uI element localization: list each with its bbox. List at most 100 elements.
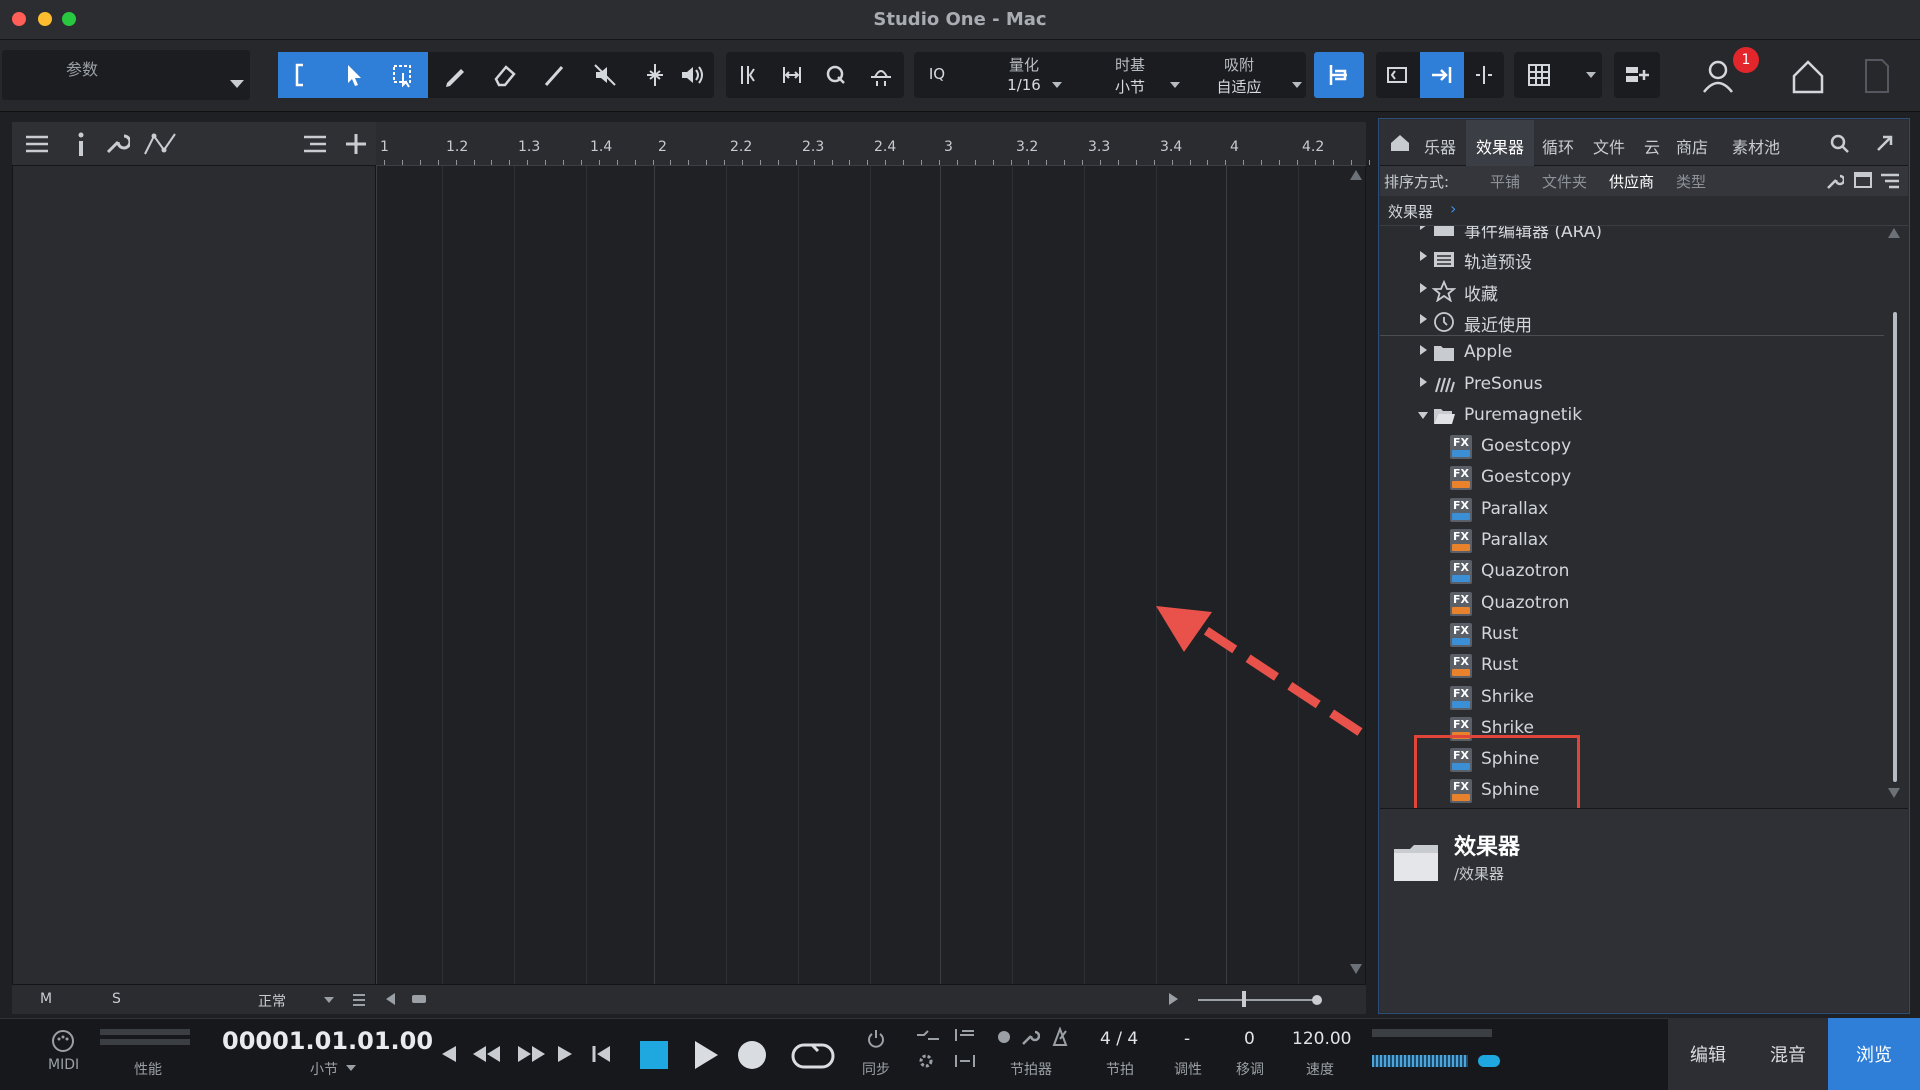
tree-folder-item[interactable]: 收藏	[1380, 275, 1884, 306]
metronome-wrench-icon[interactable]	[1020, 1027, 1040, 1047]
tab-pool[interactable]: 素材池	[1732, 134, 1780, 158]
collapsed-arrow-icon[interactable]	[1420, 345, 1427, 356]
tree-folder-item[interactable]: 事件编辑器 (ARA)	[1380, 226, 1884, 243]
browser-scroll-thumb[interactable]	[1893, 312, 1897, 782]
eraser-tool-button[interactable]	[480, 52, 530, 98]
timestretch-button[interactable]	[770, 52, 814, 98]
scroll-down-icon[interactable]	[1888, 788, 1900, 798]
autopunch-icon[interactable]	[954, 1053, 976, 1069]
zoom-slider[interactable]	[1198, 999, 1320, 1001]
start-page-button[interactable]	[1786, 54, 1830, 98]
timebase-value[interactable]: 小节	[1100, 76, 1160, 97]
quantize-value[interactable]: 1/16	[994, 76, 1054, 94]
tab-loops[interactable]: 循环	[1542, 134, 1574, 158]
metronome-icon[interactable]	[1050, 1027, 1070, 1047]
tab-shop[interactable]: 商店	[1676, 134, 1708, 158]
song-page-button[interactable]	[1862, 58, 1892, 94]
automation-icon[interactable]	[142, 130, 178, 158]
tab-effects[interactable]: 效果器	[1466, 120, 1535, 166]
draw-tool-button[interactable]	[530, 52, 580, 98]
settings-icon[interactable]	[918, 1053, 934, 1069]
mute-tool-button[interactable]	[580, 52, 630, 98]
quantize-button[interactable]	[814, 52, 858, 98]
stop-button[interactable]	[640, 1041, 668, 1069]
collapsed-arrow-icon[interactable]	[1420, 251, 1427, 262]
sort-flat[interactable]: 平铺	[1490, 171, 1520, 192]
plugin-item[interactable]: FX Quazotron	[1380, 556, 1884, 587]
return-to-zero-icon[interactable]	[592, 1045, 612, 1063]
sort-type[interactable]: 类型	[1676, 171, 1706, 192]
tab-instruments[interactable]: 乐器	[1424, 134, 1456, 158]
grid-layout-button[interactable]	[1514, 52, 1564, 98]
loop-icon[interactable]	[790, 1041, 836, 1071]
listen-tool-button[interactable]	[670, 52, 714, 98]
plugin-item[interactable]: FX Shrike	[1380, 682, 1884, 713]
timeline-ruler[interactable]: 1 1.2 1.3 1.4 2 2.2 2.3 2.4 3 3.2 3.3 3.4 4 4.2	[376, 122, 1370, 166]
forward-icon[interactable]	[556, 1045, 574, 1063]
groove-button[interactable]	[858, 52, 904, 98]
tree-folder-item[interactable]: Apple	[1380, 337, 1884, 368]
output-toggle[interactable]	[1478, 1055, 1500, 1067]
plugin-item[interactable]: FX Rust	[1380, 650, 1884, 681]
tab-files[interactable]: 文件	[1593, 134, 1625, 158]
collapsed-arrow-icon[interactable]	[1420, 313, 1427, 324]
zoom-slider-handle[interactable]	[1242, 991, 1246, 1007]
plugin-item[interactable]: FX Quazotron	[1380, 588, 1884, 619]
breadcrumb-effects[interactable]: 效果器	[1388, 201, 1433, 222]
collapsed-arrow-icon[interactable]	[1420, 376, 1427, 387]
plugin-item[interactable]: FX Parallax	[1380, 525, 1884, 556]
collapsed-arrow-icon[interactable]	[1420, 282, 1427, 293]
scroll-up-icon[interactable]	[1888, 228, 1900, 238]
mode-edit-button[interactable]: 编辑	[1668, 1018, 1748, 1090]
mode-browse-button[interactable]: 浏览	[1828, 1018, 1920, 1090]
sort-vendor[interactable]: 供应商	[1609, 171, 1654, 192]
punch-icon[interactable]	[954, 1027, 976, 1043]
select-tool-button[interactable]	[378, 52, 428, 98]
scroll-down-icon[interactable]	[1350, 964, 1362, 974]
arrow-tool-button[interactable]	[328, 52, 378, 98]
position-unit[interactable]: 小节	[310, 1059, 338, 1079]
params-dropdown[interactable]: 参数	[2, 50, 250, 100]
info-icon[interactable]	[74, 130, 88, 158]
paint-tool-button[interactable]	[430, 52, 480, 98]
scroll-left-icon[interactable]	[386, 993, 396, 1005]
plugin-item[interactable]: FX Parallax	[1380, 494, 1884, 525]
precount-icon[interactable]	[916, 1029, 940, 1043]
browser-toggle-button[interactable]	[1420, 52, 1464, 98]
add-panel-button[interactable]	[1614, 52, 1660, 98]
tree-folder-item[interactable]: 最近使用	[1380, 306, 1884, 337]
wrench-icon[interactable]	[1826, 172, 1844, 190]
power-icon[interactable]	[866, 1029, 886, 1049]
metronome-dot-icon[interactable]	[996, 1029, 1012, 1045]
arrange-view[interactable]	[376, 122, 1366, 1014]
plugin-item[interactable]: FX Rust	[1380, 619, 1884, 650]
position-display[interactable]: 00001.01.01.00	[222, 1027, 433, 1055]
expand-icon[interactable]	[1876, 134, 1894, 152]
list-icon[interactable]	[352, 993, 366, 1007]
time-signature[interactable]: 4 / 4	[1100, 1029, 1138, 1049]
track-list-icon[interactable]	[302, 134, 328, 156]
key-value[interactable]: -	[1184, 1029, 1190, 1049]
hamburger-icon[interactable]	[24, 134, 50, 154]
tab-cloud[interactable]: 云	[1644, 134, 1660, 158]
track-mode-select[interactable]: 正常	[258, 991, 286, 1011]
play-icon[interactable]	[692, 1039, 720, 1071]
sort-folder[interactable]: 文件夹	[1542, 171, 1587, 192]
scroll-right-icon[interactable]	[1169, 993, 1179, 1005]
range-tool-button[interactable]	[278, 52, 328, 98]
horizontal-scroll-thumb[interactable]	[412, 995, 426, 1003]
snap-toggle-button[interactable]	[1314, 52, 1364, 98]
tree-folder-item[interactable]: Puremagnetik	[1380, 400, 1884, 431]
mute-all-button[interactable]: M	[40, 991, 52, 1007]
fast-rewind-icon[interactable]	[472, 1045, 502, 1063]
rewind-icon[interactable]	[440, 1045, 458, 1063]
home-icon[interactable]	[1390, 134, 1410, 152]
plugin-item[interactable]: FX Goestcopy	[1380, 431, 1884, 462]
bend-marker-button[interactable]	[726, 52, 770, 98]
split-view-button[interactable]	[1464, 52, 1504, 98]
add-track-icon[interactable]	[344, 132, 368, 156]
scroll-up-icon[interactable]	[1350, 170, 1362, 180]
search-icon[interactable]	[1830, 134, 1850, 154]
inspector-toggle-button[interactable]	[1376, 52, 1418, 98]
tree-folder-item[interactable]: 轨道预设	[1380, 243, 1884, 274]
